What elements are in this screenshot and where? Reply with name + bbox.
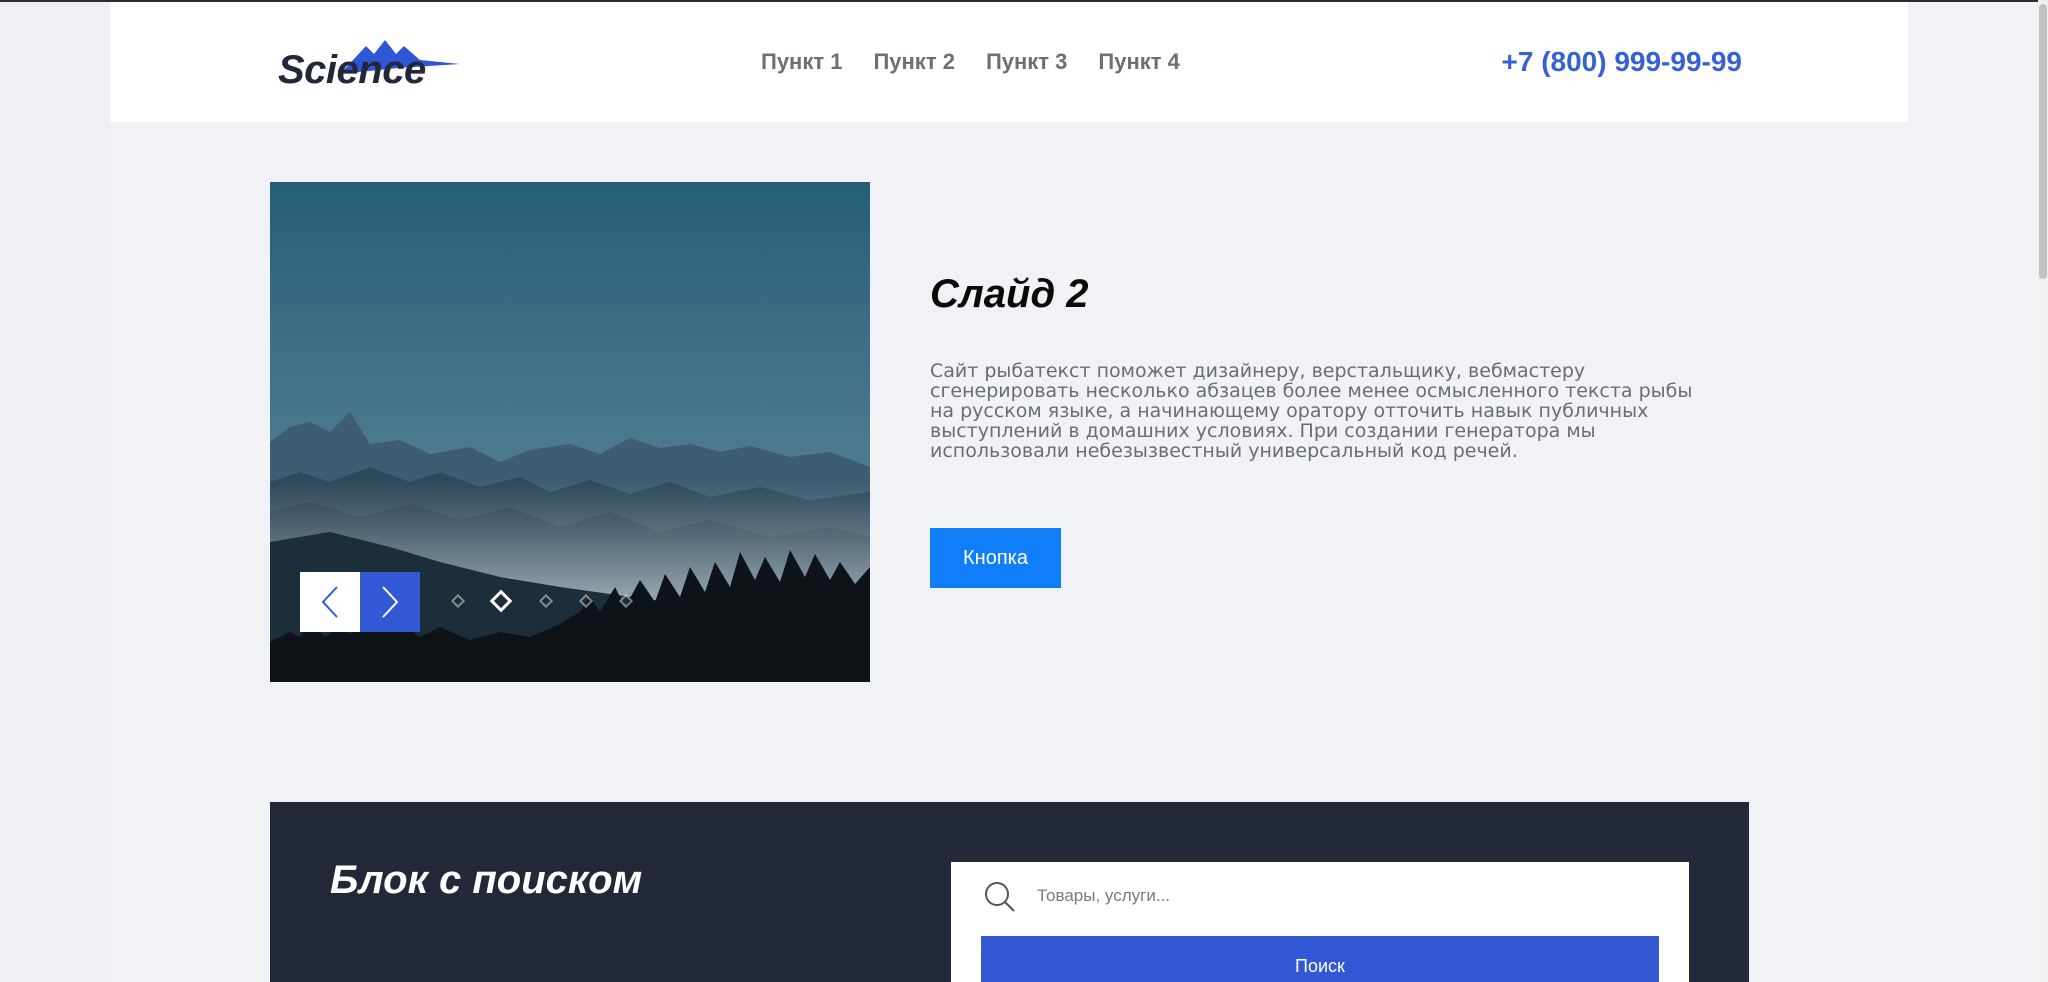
search-block-title: Блок с поиском [330,858,643,902]
nav-item-3[interactable]: Пункт 3 [986,49,1067,75]
search-input[interactable] [1037,876,1657,916]
slide-title: Слайд 2 [930,272,1089,316]
slider-dot-3[interactable] [538,593,554,609]
page-scrollbar[interactable] [2038,0,2048,982]
main-nav: Пункт 1 Пункт 2 Пункт 3 Пункт 4 [761,49,1180,75]
nav-item-2[interactable]: Пункт 2 [873,49,954,75]
nav-item-4[interactable]: Пункт 4 [1098,49,1179,75]
search-card: Поиск [951,862,1689,982]
slider-dot-1[interactable] [450,593,466,609]
chevron-left-icon [321,586,338,618]
search-icon [985,882,1015,912]
slider-dot-4[interactable] [578,593,594,609]
slider-dots [450,589,652,614]
slider-prev-button[interactable] [300,572,360,632]
logo-text: Science [278,48,426,92]
logo[interactable]: Science [278,32,468,94]
nav-item-1[interactable]: Пункт 1 [761,49,842,75]
slider-next-button[interactable] [360,572,420,632]
slide-text: Сайт рыбатекст поможет дизайнеру, верста… [930,360,1693,462]
search-button[interactable]: Поиск [981,936,1659,982]
search-block: Блок с поиском Поиск [270,802,1749,982]
page-left-margin [0,2,110,982]
slider-dot-2[interactable] [489,589,513,613]
scrollbar-thumb[interactable] [2039,4,2047,279]
slider-dot-5[interactable] [618,593,634,609]
site-header: Science Пункт 1 Пункт 2 Пункт 3 Пункт 4 … [110,2,1908,122]
phone-link[interactable]: +7 (800) 999-99-99 [1501,46,1742,78]
slide-action-button[interactable]: Кнопка [930,528,1061,588]
chevron-right-icon [382,586,399,618]
